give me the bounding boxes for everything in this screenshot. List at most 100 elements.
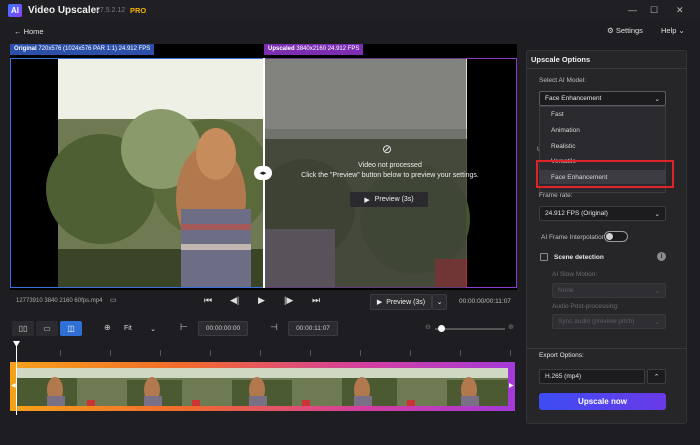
zoom-slider-knob[interactable]	[438, 325, 445, 332]
panel-title: Upscale Options	[531, 55, 591, 64]
export-divider	[526, 348, 687, 349]
settings-label: Settings	[615, 26, 643, 35]
chevron-down-icon: ⌄	[654, 287, 660, 295]
play-icon: ▶	[376, 299, 383, 306]
skip-start-icon[interactable]: ⏮	[204, 295, 212, 306]
maximize-button[interactable]: ☐	[650, 5, 658, 16]
trim-start-icon[interactable]: ⊢	[180, 322, 188, 333]
step-back-icon[interactable]: ◀|	[230, 295, 239, 306]
help-label: Help	[661, 26, 677, 35]
step-forward-icon[interactable]: |▶	[284, 295, 293, 306]
ruler-tick	[260, 350, 261, 356]
timeline-zoom-slider[interactable]	[435, 328, 505, 330]
ai-model-label: Select AI Model:	[539, 77, 586, 84]
home-link[interactable]: ← Home	[14, 27, 44, 36]
chevron-down-icon: ⌄	[654, 95, 660, 103]
start-time-field[interactable]: 00:00:00:00	[198, 321, 248, 336]
slow-motion-value: None	[558, 287, 574, 294]
original-frame	[10, 58, 264, 288]
chevron-down-icon: ⌄	[678, 26, 685, 35]
filmstrip	[17, 368, 508, 406]
ruler-tick	[510, 350, 511, 356]
left-handle-arrow-icon: ◀	[11, 383, 16, 389]
play-icon: ▶	[364, 196, 370, 204]
export-format-select[interactable]: H.265 (mp4)	[539, 369, 645, 384]
trim-end-icon[interactable]: ⊣	[270, 322, 278, 333]
model-option-realistic[interactable]: Realistic	[551, 143, 576, 150]
settings-button[interactable]: ⚙ Settings	[607, 26, 643, 35]
preview-button-label: Preview (3s)	[386, 298, 426, 306]
overlay-preview-button[interactable]: ▶ Preview (3s)	[350, 192, 428, 207]
ruler-tick	[360, 350, 361, 356]
playhead[interactable]	[16, 343, 17, 415]
end-time-field[interactable]: 00:00:11:07	[288, 321, 338, 336]
zoom-icon: ⊕	[104, 323, 111, 332]
ruler-tick	[410, 350, 411, 356]
ruler-tick	[210, 350, 211, 356]
ruler-tick	[110, 350, 111, 356]
play-button-icon[interactable]: ▶	[258, 295, 265, 306]
original-video-image	[11, 59, 263, 287]
single-view-icon[interactable]: ▭	[36, 321, 58, 336]
app-logo: AI	[8, 4, 22, 17]
chevron-down-icon: ⌄	[654, 318, 660, 326]
slow-motion-select[interactable]: None ⌄	[552, 283, 666, 298]
highlight-box	[536, 160, 674, 188]
info-icon[interactable]: i	[657, 252, 666, 261]
slow-motion-label: AI Slow Motion:	[552, 271, 598, 278]
ai-model-value: Face Enhancement	[545, 95, 602, 102]
minimize-button[interactable]: —	[628, 5, 637, 15]
chevron-down-icon: ⌄	[654, 210, 660, 218]
ruler-tick	[60, 350, 61, 356]
preview-options-chevron-icon[interactable]: ⌄	[432, 294, 447, 310]
help-menu[interactable]: Help ⌄	[661, 26, 685, 35]
settings-icon: ⚙	[607, 26, 616, 35]
frame-rate-select[interactable]: 24.912 FPS (Original) ⌄	[539, 206, 666, 221]
audio-processing-label: Audio Post-processing:	[552, 303, 619, 310]
not-processed-text: Video not processed	[358, 162, 422, 169]
frame-interpolation-label: AI Frame Interpolation	[541, 234, 606, 241]
filmstrip-thumbnails	[17, 368, 508, 406]
app-version: 27.5.2.12	[96, 7, 126, 14]
chevron-down-icon: ⌄	[150, 325, 156, 333]
toggle-knob[interactable]	[606, 233, 613, 240]
original-label: Original 720x576 (1024x576 PAR 1:1) 24.9…	[10, 44, 155, 55]
upscale-now-button[interactable]: Upscale now	[539, 393, 666, 410]
zoom-out-icon[interactable]: ⊖	[425, 323, 431, 331]
audio-processing-value: Sync audio (preview pitch)	[558, 318, 635, 325]
right-handle-arrow-icon: ▶	[509, 383, 514, 389]
side-by-side-view-icon[interactable]: ▯▯	[12, 321, 34, 336]
timecode: 00:00:00/00:11:07	[459, 298, 511, 305]
folder-icon[interactable]: ▭	[110, 296, 117, 304]
overlay-preview-label: Preview (3s)	[374, 196, 414, 203]
ruler-tick	[460, 350, 461, 356]
export-options-label: Export Options:	[539, 352, 584, 359]
video-off-icon: ⊘	[382, 142, 393, 156]
file-name: 12773910 3840 2160 60fps.mp4	[16, 298, 103, 304]
zoom-select[interactable]: Fit ⌄	[120, 321, 160, 336]
scene-detection-checkbox[interactable]	[540, 253, 548, 261]
zoom-in-icon[interactable]: ⊕	[508, 323, 514, 331]
close-button[interactable]: ✕	[676, 5, 684, 16]
preview-button[interactable]: ▶ Preview (3s)	[370, 294, 432, 310]
upscaled-label: Upscaled 3840x2160 24.912 FPS	[264, 44, 364, 55]
app-title: Video Upscaler	[28, 5, 101, 16]
frame-rate-value: 24.912 FPS (Original)	[545, 210, 608, 217]
preview-hint-text: Click the "Preview" button below to prev…	[301, 172, 479, 179]
audio-processing-select[interactable]: Sync audio (preview pitch) ⌄	[552, 314, 666, 329]
frame-rate-label: Frame rate:	[539, 192, 573, 199]
split-view-icon[interactable]: ◫	[60, 321, 82, 336]
splitter-handle-icon[interactable]: ◂▸	[254, 166, 272, 180]
model-option-fast[interactable]: Fast	[551, 111, 564, 118]
zoom-select-value: Fit	[124, 325, 132, 332]
skip-end-icon[interactable]: ⏭	[312, 295, 320, 306]
ai-model-select[interactable]: Face Enhancement ⌄	[539, 91, 666, 106]
model-option-animation[interactable]: Animation	[551, 127, 580, 134]
export-format-value: H.265 (mp4)	[545, 373, 582, 380]
chevron-up-icon[interactable]: ⌃	[647, 369, 666, 384]
ruler-tick	[310, 350, 311, 356]
scene-detection-label: Scene detection	[554, 254, 604, 261]
timeline-ruler	[10, 344, 517, 358]
pro-badge: PRO	[130, 6, 147, 15]
ruler-tick	[160, 350, 161, 356]
